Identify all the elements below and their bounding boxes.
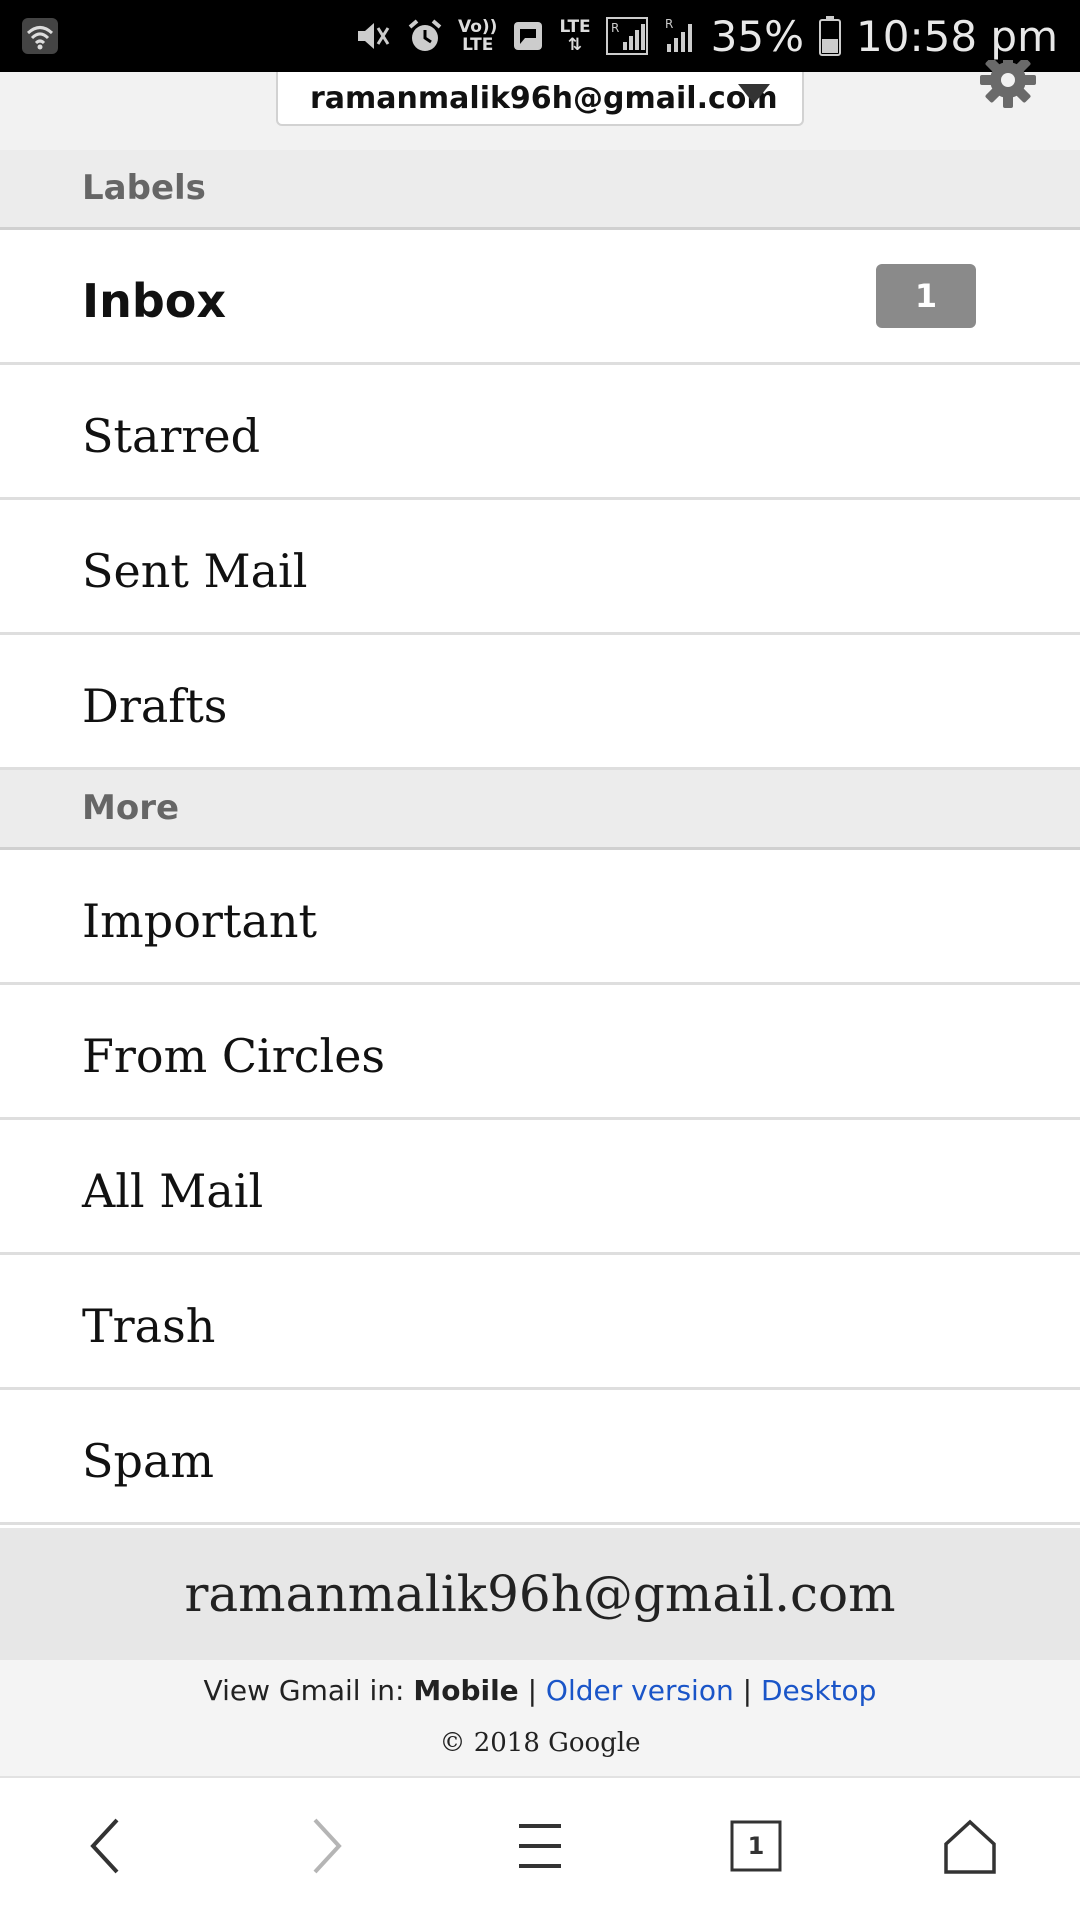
battery-percent: 35% (710, 11, 805, 61)
lte-label: LTE (559, 17, 591, 37)
account-selector[interactable]: ramanmalik96h@gmail.com (276, 72, 804, 126)
desktop-link[interactable]: Desktop (761, 1674, 876, 1707)
clock: 10:58 pm (856, 11, 1058, 61)
footer-account-bar: ramanmalik96h@gmail.com (0, 1528, 1080, 1660)
gear-icon[interactable] (978, 60, 1038, 112)
more-section-title: More (82, 788, 180, 828)
label-item-inbox[interactable]: Inbox 1 (0, 230, 1080, 365)
footer-links: View Gmail in: Mobile | Older version | … (0, 1660, 1080, 1776)
label-item-all-mail-text: All Mail (82, 1164, 264, 1218)
svg-text:R: R (665, 17, 673, 31)
label-item-spam[interactable]: Spam (0, 1390, 1080, 1525)
view-mode-mobile: Mobile (413, 1674, 519, 1707)
separator: | (527, 1674, 538, 1707)
status-icons: Vo)) LTE LTE ⇅ R R 35% 10:58 pm (352, 0, 1058, 72)
signal-2-icon: R (663, 14, 697, 58)
labels-section-title: Labels (82, 168, 206, 208)
account-selector-email: ramanmalik96h@gmail.com (310, 80, 778, 116)
status-bar: Vo)) LTE LTE ⇅ R R 35% 10:58 pm (0, 0, 1080, 72)
volte-indicator: Vo)) LTE (458, 18, 497, 54)
label-item-drafts[interactable]: Drafts (0, 635, 1080, 770)
data-arrows-icon: ⇅ (567, 35, 583, 55)
label-item-important-text: Important (82, 894, 317, 948)
lte-indicator: LTE ⇅ (559, 18, 590, 54)
label-item-starred-text: Starred (82, 409, 261, 463)
signal-icon: R (605, 14, 649, 58)
caret-down-icon (738, 84, 770, 104)
label-item-starred[interactable]: Starred (0, 365, 1080, 500)
volte-sub-label: LTE (462, 35, 494, 55)
menu-icon[interactable] (500, 1806, 580, 1886)
view-mode-row: View Gmail in: Mobile | Older version | … (0, 1674, 1080, 1707)
svg-text:R: R (611, 21, 619, 35)
label-item-from-circles[interactable]: From Circles (0, 985, 1080, 1120)
battery-icon (818, 15, 842, 57)
labels-section-header: Labels (0, 150, 1080, 230)
label-item-spam-text: Spam (82, 1434, 215, 1488)
older-version-link[interactable]: Older version (546, 1674, 734, 1707)
label-item-from-circles-text: From Circles (82, 1029, 386, 1083)
copyright: © 2018 Google (439, 1728, 641, 1758)
label-item-sent-mail[interactable]: Sent Mail (0, 500, 1080, 635)
forward-icon[interactable] (286, 1806, 366, 1886)
unread-count-badge: 1 (876, 264, 976, 328)
more-section-header: More (0, 770, 1080, 850)
back-icon[interactable] (66, 1806, 146, 1886)
label-item-important[interactable]: Important (0, 850, 1080, 985)
separator: | (742, 1674, 753, 1707)
tab-count: 1 (747, 1832, 765, 1860)
label-item-inbox-text: Inbox (82, 274, 227, 328)
browser-nav-bar: 1 (0, 1776, 1080, 1920)
message-icon (511, 19, 545, 53)
account-header: ramanmalik96h@gmail.com (0, 72, 1080, 150)
alarm-icon (406, 17, 444, 55)
label-item-trash-text: Trash (82, 1299, 216, 1353)
volte-label: Vo)) (457, 17, 498, 37)
home-icon[interactable] (930, 1806, 1010, 1886)
mute-icon (352, 16, 392, 56)
label-item-all-mail[interactable]: All Mail (0, 1120, 1080, 1255)
wifi-icon (20, 16, 60, 56)
label-item-sent-mail-text: Sent Mail (82, 544, 308, 598)
footer-account-email: ramanmalik96h@gmail.com (184, 1565, 896, 1623)
label-item-trash[interactable]: Trash (0, 1255, 1080, 1390)
view-mode-prefix: View Gmail in: (203, 1674, 405, 1707)
label-item-drafts-text: Drafts (82, 679, 228, 733)
tabs-icon[interactable]: 1 (716, 1806, 796, 1886)
